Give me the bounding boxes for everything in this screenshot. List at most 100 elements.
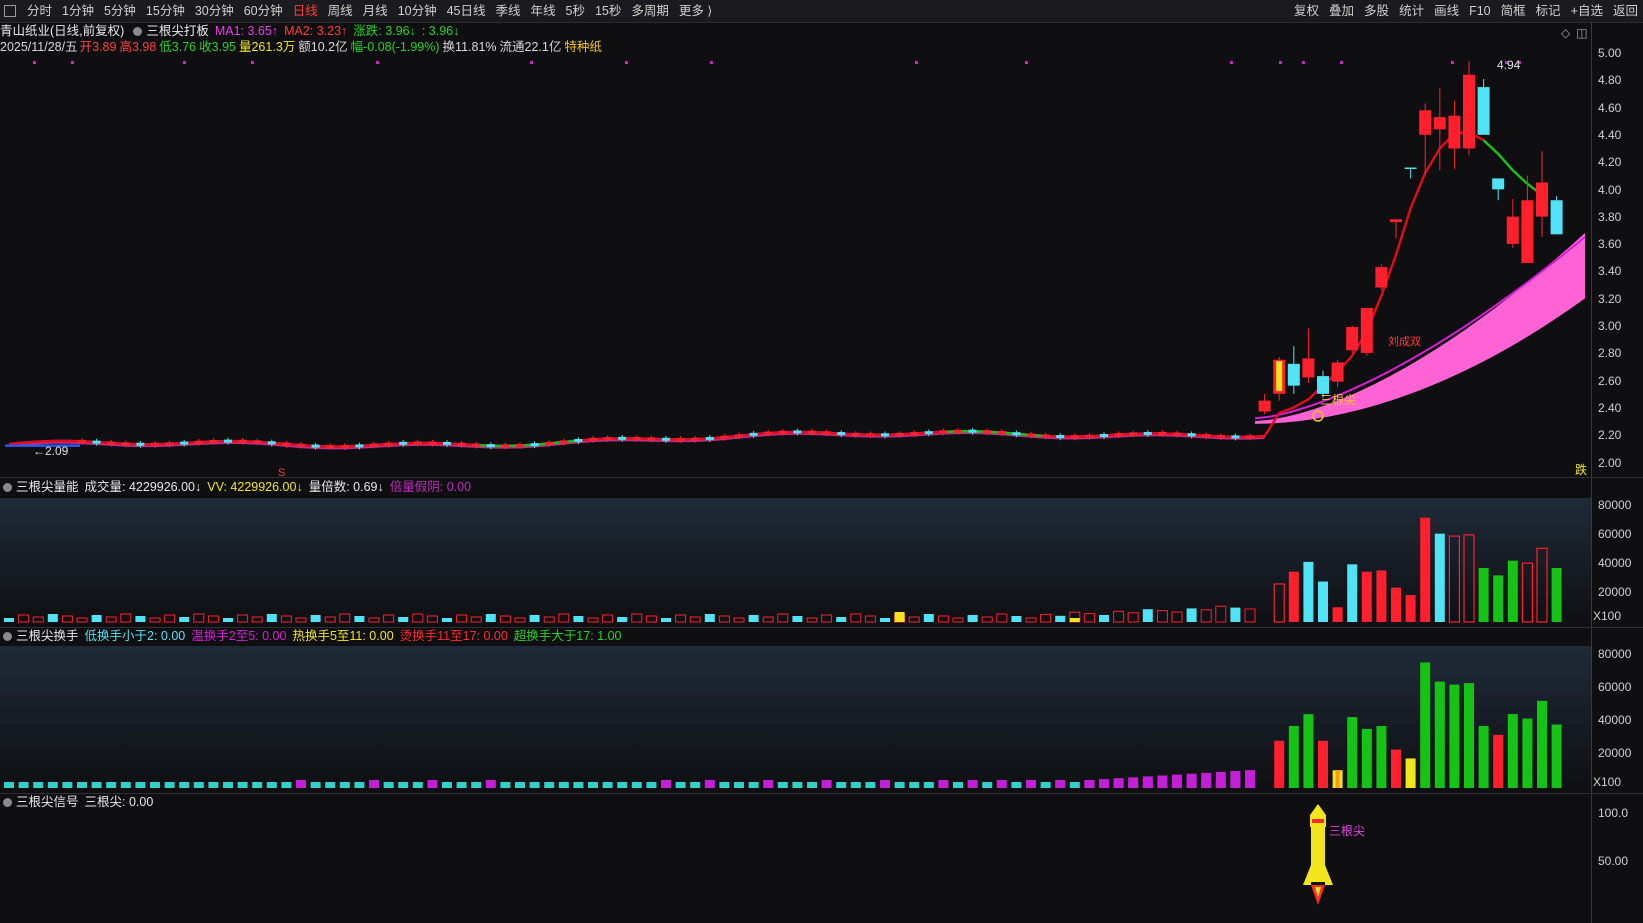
turnover-panel-name[interactable]: 三根尖换手 [16,629,79,643]
tool-button-2[interactable]: 多股 [1359,0,1394,22]
tool-button-9[interactable]: 返回 [1608,0,1643,22]
turnover-bar [412,782,423,788]
signal-dot [376,61,379,64]
signal-dot [1451,61,1454,64]
period-tab-16[interactable]: 更多 ⟩ [674,0,717,22]
price-axis-label-5: 4.00 [1598,182,1622,197]
tool-button-6[interactable]: 简框 [1496,0,1531,22]
volume-bar [310,615,321,622]
die-label: 跌 [1575,462,1587,477]
turnover-bar [62,782,73,788]
period-tab-6[interactable]: 日线 [288,0,323,22]
candle-body [676,437,685,441]
period-tabs: 分时 1分钟 5分钟 15分钟 30分钟 60分钟 日线 周线 月线 10分钟 45日线 季线 年线 5秒… [0,0,717,22]
turnover-panel-header: 三根尖换手 低换手小于2: 0.00 温换手2至5: 0.00 热换手5至11: 0.… [0,628,627,644]
price-axis-label-2: 4.60 [1598,100,1622,115]
tool-button-0[interactable]: 复权 [1289,0,1324,22]
ratio-value: 量倍数: 0.69↓ [308,480,384,494]
tool-button-4[interactable]: 画线 [1429,0,1464,22]
menu-icon[interactable] [4,5,16,17]
turnover-bar [1464,683,1474,788]
period-tab-9[interactable]: 10分钟 [393,0,442,22]
tool-button-7[interactable]: 标记 [1531,0,1566,22]
period-tab-11[interactable]: 季线 [491,0,526,22]
period-tab-12[interactable]: 年线 [526,0,561,22]
price-axis-label-11: 2.80 [1598,346,1622,361]
volume-bar [1551,568,1562,622]
volume-axis-label-1: 60000 [1598,527,1632,541]
low-turnover: 低换手小于2: 0.00 [84,629,186,643]
turnover-bar [558,782,569,788]
candle-body [224,439,232,443]
rocket-fin-left [1303,865,1311,885]
candle-body [1433,117,1446,130]
volume-bar [47,614,58,622]
turnover-bar [704,780,715,788]
tool-button-8[interactable]: +自选 [1566,0,1608,22]
period-tab-14[interactable]: 15秒 [590,0,626,22]
period-tab-13[interactable]: 5秒 [561,0,590,22]
period-tab-1[interactable]: 1分钟 [57,0,99,22]
signal-dot [915,61,918,64]
price-axis-label-10: 3.00 [1598,319,1622,333]
volume-bar [1011,616,1022,622]
turnover-bar [1026,780,1036,788]
turnover-toggle-icon[interactable] [3,632,12,641]
candle-body [107,441,116,445]
period-tab-15[interactable]: 多周期 [626,0,674,22]
period-tab-0[interactable]: 分时 [22,0,57,22]
signal-chart[interactable]: 三根尖 [0,795,1591,923]
period-tab-3[interactable]: 15分钟 [141,0,190,22]
candle-body [691,437,700,441]
turnover-bar [1434,681,1445,788]
turnover-bar [515,782,525,788]
volume-bar [880,618,890,622]
candle-body [1056,435,1065,439]
candle-body [1202,434,1211,438]
period-tab-5[interactable]: 60分钟 [239,0,288,22]
volume-bar [1318,581,1328,622]
volume-panel-name[interactable]: 三根尖量能 [16,480,79,494]
candle-body [851,432,860,436]
tool-button-1[interactable]: 叠加 [1324,0,1359,22]
period-tab-2[interactable]: 5分钟 [99,0,141,22]
volume-bar [1434,533,1445,622]
low-price-label: ←2.09 [33,444,69,458]
period-tab-10[interactable]: 45日线 [442,0,491,22]
candle-body [1085,434,1094,438]
volume-bar [1361,571,1372,622]
candle-body [735,434,743,438]
turnover-chart[interactable] [0,646,1591,791]
turnover-bar [1551,724,1562,788]
period-tab-8[interactable]: 月线 [358,0,393,22]
candle-body [297,443,305,447]
signal-dot [1230,61,1233,64]
volume-toggle-icon[interactable] [3,483,12,492]
turnover-bar [1361,728,1372,788]
candle-body [1158,431,1167,435]
tool-button-3[interactable]: 统计 [1394,0,1429,22]
period-tab-4[interactable]: 30分钟 [190,0,239,22]
turnover-bar [646,782,657,788]
volume-bar [529,615,540,622]
turnover-bar [77,782,87,788]
turnover-bar [1274,740,1285,788]
volume-bar [967,615,978,622]
candle-body [413,441,422,445]
candle-body [194,440,203,444]
candle-body [808,430,816,434]
candle-body [1129,432,1138,436]
turnover-axis-label-1: 60000 [1598,680,1632,694]
candle-body [267,441,276,445]
candle-body [136,442,145,446]
candle-body [1173,432,1181,436]
tool-button-5[interactable]: F10 [1464,0,1496,22]
kline-chart[interactable]: 4.94←2.09三根尖刘成双跌S [0,22,1591,479]
price-axis-label-9: 3.20 [1598,291,1622,306]
candle-body [1216,434,1225,438]
volume-chart[interactable] [0,498,1591,626]
turnover-bar [544,782,555,788]
period-tab-7[interactable]: 周线 [323,0,358,22]
candle-body [486,444,495,448]
turnover-bar [792,782,803,788]
